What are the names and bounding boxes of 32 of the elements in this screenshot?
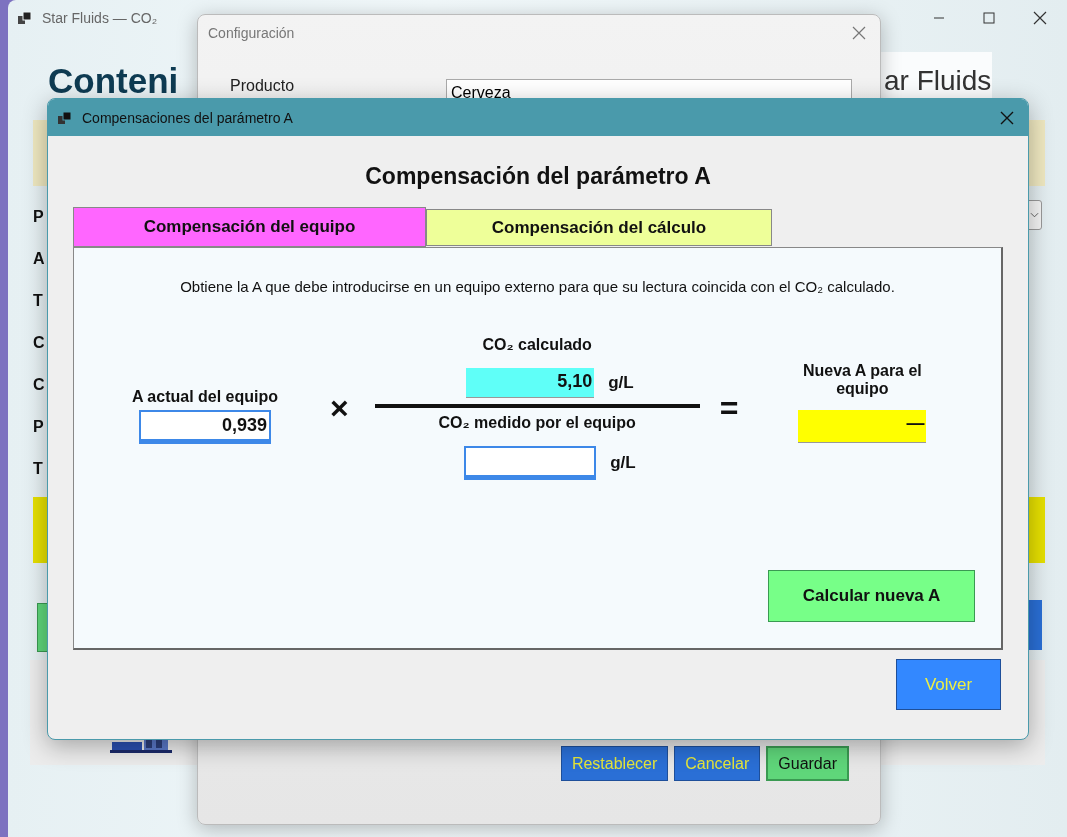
field-label: P xyxy=(33,418,45,437)
tab[interactable]: Compensación del cálculo xyxy=(426,209,772,246)
dialog-heading: Compensación del parámetro A xyxy=(364,163,712,191)
field-label: CO₂ medido por el equipo xyxy=(438,414,636,432)
dialog-button[interactable]: Restablecer xyxy=(560,746,669,781)
field-label: C xyxy=(33,334,45,353)
tab[interactable]: Compensación del equipo xyxy=(73,207,426,247)
field-label: T xyxy=(33,292,44,311)
calculated-value-field: 5,10 xyxy=(466,368,595,398)
multiply-sign: × xyxy=(330,389,349,427)
equals-sign: = xyxy=(719,389,739,427)
page-heading: Conteni xyxy=(48,62,179,101)
unit-label: g/L xyxy=(610,453,637,473)
unit-label: g/L xyxy=(608,373,635,393)
dialog-button[interactable]: Cancelar xyxy=(674,746,761,781)
calculate-button[interactable]: Calcular nueva A xyxy=(768,570,975,622)
window-title: Star Fluids — CO₂ xyxy=(42,10,158,26)
dialog-button[interactable]: Guardar xyxy=(766,746,849,781)
input-field[interactable]: 0,939 xyxy=(139,409,271,444)
field-label: A actual del equipo xyxy=(131,387,279,406)
dialog-title: Configuración xyxy=(208,25,295,41)
field-label: CO₂ calculado xyxy=(482,336,592,354)
brand-text: ar Fluids xyxy=(884,66,992,97)
dialog-title: Compensaciones del parámetro A xyxy=(82,109,293,126)
field-label: C xyxy=(33,376,45,395)
result-field: — xyxy=(798,409,927,443)
product-label: Producto xyxy=(230,77,295,95)
description-text: Obtiene la A que debe introducirse en un equipo externo para que su lectura coincida con el CO₂ calculado. xyxy=(179,278,896,295)
field-label: T xyxy=(33,460,44,479)
field-label: A xyxy=(33,250,45,269)
field-label: Nueva A para el equipo xyxy=(801,361,923,398)
field-label: P xyxy=(33,208,45,227)
